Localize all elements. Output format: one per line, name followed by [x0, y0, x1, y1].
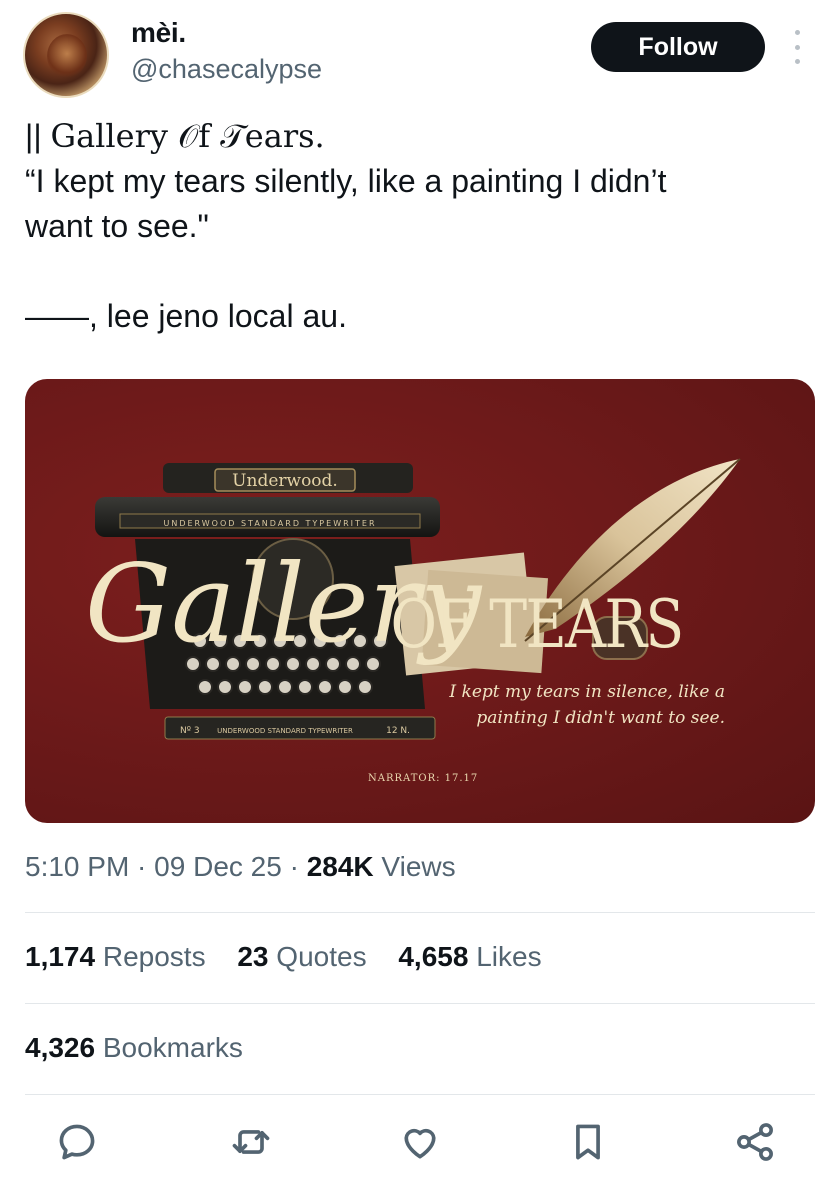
tweet-title: Gallery 𝒪f 𝒯ears. — [50, 117, 325, 155]
share-icon — [737, 1123, 773, 1161]
tweet-time[interactable]: 5:10 PM — [25, 851, 129, 882]
tweet-line-1: || Gallery 𝒪f 𝒯ears. — [25, 114, 815, 159]
tweet-prefix: || — [25, 118, 51, 154]
avatar[interactable] — [23, 12, 109, 98]
media-title-caps: OF TEARS — [390, 586, 682, 663]
media-artwork: Underwood. UNDERWOOD STANDARD TYPEWRITER… — [85, 458, 741, 784]
like-button[interactable] — [398, 1120, 442, 1164]
reposts-label: Reposts — [102, 941, 206, 972]
quotes-count: 23 — [237, 941, 269, 972]
divider — [25, 1094, 815, 1095]
divider — [25, 1003, 815, 1004]
tweet-date[interactable]: 09 Dec 25 — [154, 851, 282, 882]
media-quote-line-2: painting I didn't want to see. — [476, 708, 725, 728]
typewriter-plate-right: 12 N. — [386, 726, 410, 736]
engagement-stats: 1,174 Reposts 23 Quotes 4,658 Likes — [25, 941, 566, 973]
more-options-icon[interactable] — [785, 30, 809, 64]
media-narrator-label: NARRATOR: 17.17 — [368, 773, 478, 784]
reposts-stat[interactable]: 1,174 Reposts — [25, 941, 206, 972]
share-button[interactable] — [733, 1120, 777, 1164]
user-handle[interactable]: @chasecalypse — [131, 54, 322, 85]
views-label: Views — [381, 851, 456, 882]
tweet-media-image[interactable]: Underwood. UNDERWOOD STANDARD TYPEWRITER… — [25, 379, 815, 823]
typewriter-brand-label: Underwood. — [232, 471, 338, 491]
typewriter-plate-mid: UNDERWOOD STANDARD TYPEWRITER — [217, 727, 353, 735]
repost-button[interactable] — [229, 1120, 273, 1164]
tweet-meta: 5:10 PM · 09 Dec 25 · 284K Views — [25, 851, 456, 882]
repost-icon — [232, 1130, 270, 1154]
follow-button[interactable]: Follow — [591, 22, 765, 72]
tweet-line-4: ——, lee jeno local au. — [25, 298, 347, 334]
typewriter-bar-label: UNDERWOOD STANDARD TYPEWRITER — [163, 519, 376, 528]
quotes-label: Quotes — [276, 941, 367, 972]
reposts-count: 1,174 — [25, 941, 96, 972]
reply-button[interactable] — [55, 1120, 99, 1164]
typewriter-plate-left: Nº 3 — [180, 726, 200, 736]
like-icon — [404, 1128, 436, 1159]
bookmark-button[interactable] — [566, 1120, 610, 1164]
likes-stat[interactable]: 4,658 Likes — [398, 941, 541, 972]
quotes-stat[interactable]: 23 Quotes — [237, 941, 366, 972]
media-quote-line-1: I kept my tears in silence, like a — [448, 682, 725, 702]
divider — [25, 912, 815, 913]
tweet-detail-page: mèi. @chasecalypse Follow || Gallery 𝒪f … — [0, 0, 839, 1200]
views-count: 284K — [306, 851, 374, 882]
tweet-line-2: “I kept my tears silently, like a painti… — [25, 163, 667, 199]
display-name[interactable]: mèi. — [131, 17, 186, 49]
bookmarks-count: 4,326 — [25, 1032, 96, 1063]
likes-count: 4,658 — [398, 941, 469, 972]
tweet-line-3: want to see." — [25, 208, 209, 244]
bookmarks-label: Bookmarks — [102, 1032, 243, 1063]
bookmark-icon — [576, 1124, 600, 1160]
bookmarks-stat[interactable]: 4,326 Bookmarks — [25, 1032, 243, 1064]
likes-label: Likes — [476, 941, 542, 972]
tweet-text: || Gallery 𝒪f 𝒯ears. “I kept my tears si… — [25, 114, 815, 339]
reply-icon — [59, 1124, 95, 1160]
